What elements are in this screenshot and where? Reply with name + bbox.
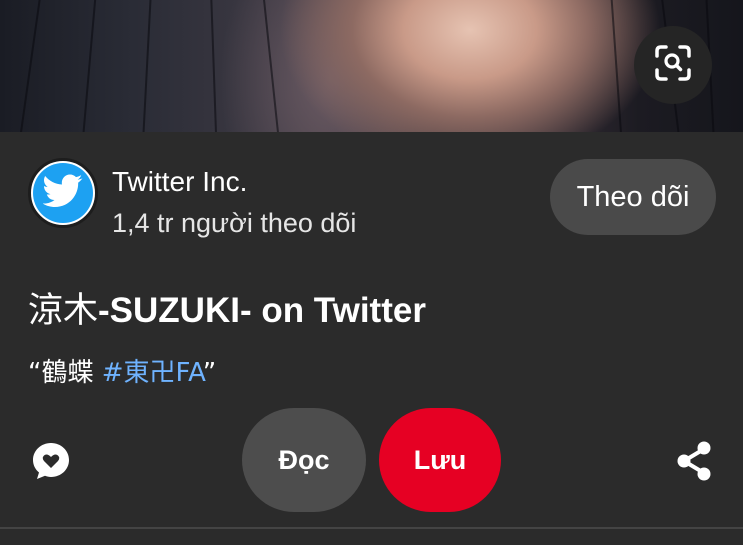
action-bar: Đọc Lưu (0, 406, 743, 516)
avatar[interactable] (28, 158, 98, 228)
hashtag-link[interactable]: #東卍FA (102, 358, 203, 388)
save-button[interactable]: Lưu (379, 408, 501, 512)
pin-title: 涼木-SUZUKI- on Twitter (28, 282, 426, 333)
share-button[interactable] (675, 440, 713, 482)
creator-name[interactable]: Twitter Inc. (112, 166, 247, 198)
desc-text: 鶴蝶 (41, 358, 102, 388)
pin-title-prefix: 涼木 (28, 291, 99, 331)
read-button[interactable]: Đọc (242, 408, 366, 512)
desc-close-quote: ” (202, 358, 217, 388)
pin-title-rest: -SUZUKI- on Twitter (98, 291, 426, 330)
comment-button[interactable] (30, 440, 72, 482)
divider (0, 527, 743, 529)
twitter-bird-icon (42, 174, 83, 213)
comment-heart-icon (30, 443, 72, 486)
share-icon (675, 441, 713, 486)
follower-count: 1,4 tr người theo dõi (112, 208, 357, 238)
visual-search-button[interactable] (634, 26, 712, 104)
follow-button[interactable]: Theo dõi (550, 159, 716, 235)
pin-image[interactable] (0, 0, 743, 132)
desc-open-quote: “ (28, 358, 42, 388)
creator-profile: Twitter Inc. 1,4 tr người theo dõi Theo … (28, 158, 716, 238)
visual-search-icon (653, 43, 693, 88)
pin-description: “鶴蝶 #東卍FA” (28, 352, 216, 389)
